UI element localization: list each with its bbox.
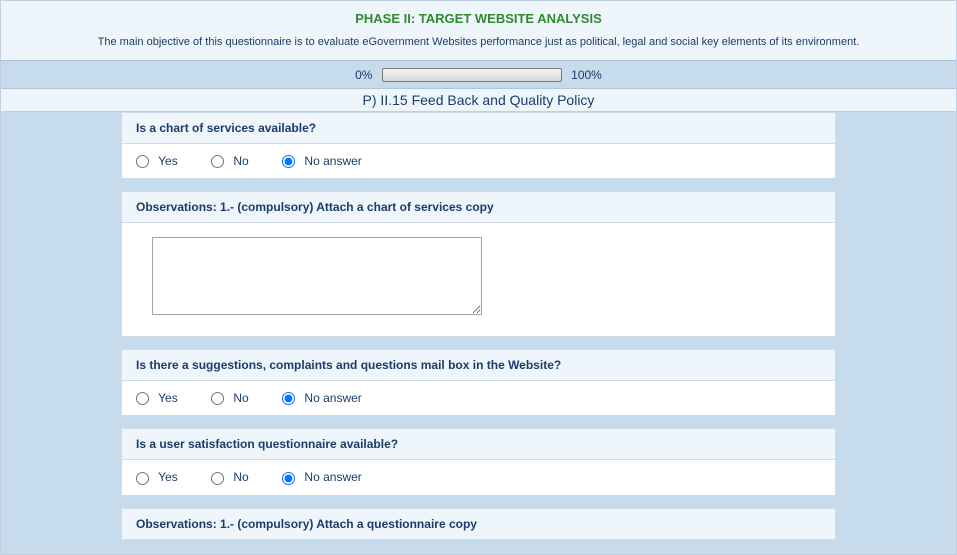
question-block: Is a user satisfaction questionnaire ava… (121, 428, 836, 495)
observation-body (121, 223, 836, 337)
option-label: No answer (304, 470, 361, 484)
progress-row: 0% 100% (1, 60, 956, 89)
header: PHASE II: TARGET WEBSITE ANALYSIS The ma… (1, 1, 956, 60)
observation-block: Observations: 1.- (compulsory) Attach a … (121, 508, 836, 540)
question-label: Is a chart of services available? (121, 112, 836, 144)
option-label: No answer (304, 154, 361, 168)
observation-textarea[interactable] (152, 237, 482, 315)
question-label: Is a user satisfaction questionnaire ava… (121, 428, 836, 460)
progress-bar (382, 68, 562, 82)
observation-label: Observations: 1.- (compulsory) Attach a … (121, 508, 836, 540)
option-label: No answer (304, 391, 361, 405)
option-label: No (233, 470, 248, 484)
observation-block: Observations: 1.- (compulsory) Attach a … (121, 191, 836, 337)
radio-yes[interactable] (136, 472, 149, 485)
option-label: Yes (158, 391, 178, 405)
question-block: Is a chart of services available? Yes No… (121, 112, 836, 179)
section-title: P) II.15 Feed Back and Quality Policy (1, 89, 956, 112)
body-area: Is a chart of services available? Yes No… (1, 112, 956, 554)
radio-yes[interactable] (136, 392, 149, 405)
radio-no-answer[interactable] (282, 392, 295, 405)
option-no-answer[interactable]: No answer (282, 154, 362, 168)
progress-right-label: 100% (571, 68, 602, 82)
question-options: Yes No No answer (121, 460, 836, 495)
radio-yes[interactable] (136, 155, 149, 168)
radio-no[interactable] (211, 392, 224, 405)
progress-left-label: 0% (355, 68, 372, 82)
option-label: No (233, 154, 248, 168)
option-label: Yes (158, 470, 178, 484)
option-yes[interactable]: Yes (136, 154, 178, 168)
option-no-answer[interactable]: No answer (282, 470, 362, 484)
option-no[interactable]: No (211, 154, 249, 168)
observation-label: Observations: 1.- (compulsory) Attach a … (121, 191, 836, 223)
radio-no[interactable] (211, 472, 224, 485)
option-label: No (233, 391, 248, 405)
question-options: Yes No No answer (121, 381, 836, 416)
option-yes[interactable]: Yes (136, 470, 178, 484)
option-yes[interactable]: Yes (136, 391, 178, 405)
phase-title: PHASE II: TARGET WEBSITE ANALYSIS (21, 11, 936, 26)
objective-text: The main objective of this questionnaire… (21, 36, 936, 48)
radio-no-answer[interactable] (282, 155, 295, 168)
question-label: Is there a suggestions, complaints and q… (121, 349, 836, 381)
option-label: Yes (158, 154, 178, 168)
questionnaire-container: PHASE II: TARGET WEBSITE ANALYSIS The ma… (0, 0, 957, 555)
question-block: Is there a suggestions, complaints and q… (121, 349, 836, 416)
radio-no[interactable] (211, 155, 224, 168)
radio-no-answer[interactable] (282, 472, 295, 485)
question-options: Yes No No answer (121, 144, 836, 179)
option-no-answer[interactable]: No answer (282, 391, 362, 405)
option-no[interactable]: No (211, 391, 249, 405)
option-no[interactable]: No (211, 470, 249, 484)
